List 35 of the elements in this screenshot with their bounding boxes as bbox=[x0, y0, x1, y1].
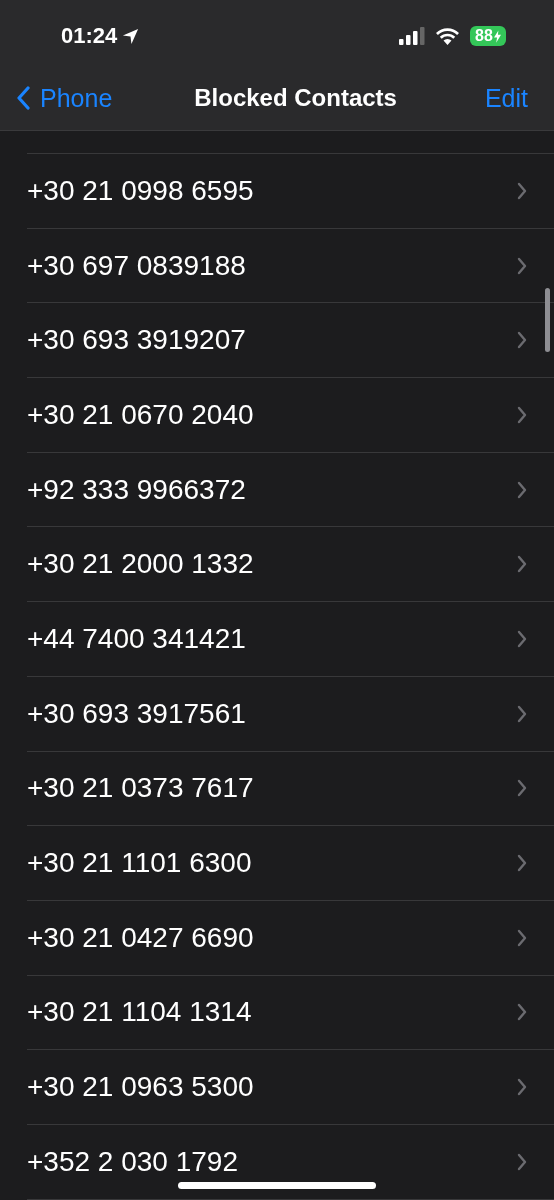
chevron-icon bbox=[517, 854, 527, 873]
chevron-icon bbox=[517, 405, 527, 424]
chevron-icon bbox=[517, 181, 527, 200]
back-chevron-icon bbox=[16, 86, 30, 110]
chevron-icon bbox=[517, 1152, 527, 1171]
contact-row[interactable]: +30 21 0963 5300 bbox=[27, 1050, 554, 1125]
contact-row[interactable]: +30 21 0373 7617 bbox=[27, 751, 554, 827]
chevron-icon bbox=[517, 629, 527, 648]
contact-row[interactable]: +30 21 1101 6300 bbox=[27, 826, 554, 901]
back-button[interactable]: Phone bbox=[16, 83, 113, 113]
signal-icon bbox=[399, 27, 425, 45]
edit-button[interactable]: Edit bbox=[484, 83, 528, 113]
chevron-icon bbox=[517, 704, 527, 723]
battery-indicator: 88 bbox=[470, 26, 506, 46]
chevron-icon bbox=[517, 1003, 527, 1022]
chevron-icon bbox=[517, 555, 527, 574]
contact-row[interactable]: +30 693 3917561 bbox=[27, 676, 554, 752]
screen-title: Blocked Contacts bbox=[194, 84, 397, 112]
chevron-icon bbox=[517, 928, 527, 947]
chevron-icon bbox=[517, 331, 527, 350]
chevron-icon bbox=[517, 779, 527, 798]
contact-row[interactable]: +30 21 0998 6595 bbox=[27, 154, 554, 229]
location-arrow-icon bbox=[121, 26, 141, 46]
scrollbar bbox=[545, 288, 550, 352]
status-time: 01:24 bbox=[61, 23, 118, 49]
contact-row[interactable]: +30 21 0427 6690 bbox=[27, 900, 554, 976]
contact-row[interactable]: +92 333 9966372 bbox=[27, 452, 554, 528]
chevron-icon bbox=[517, 256, 527, 275]
wifi-icon bbox=[435, 27, 460, 45]
chevron-icon bbox=[517, 1078, 527, 1097]
contact-row[interactable]: +30 21 2000 1332 bbox=[27, 527, 554, 603]
contact-row[interactable]: +44 7400 341421 bbox=[27, 602, 554, 677]
contact-row[interactable]: +30 21 0670 2040 bbox=[27, 378, 554, 453]
chevron-icon bbox=[517, 480, 527, 499]
contact-row[interactable]: +30 21 1104 1314 bbox=[27, 975, 554, 1051]
